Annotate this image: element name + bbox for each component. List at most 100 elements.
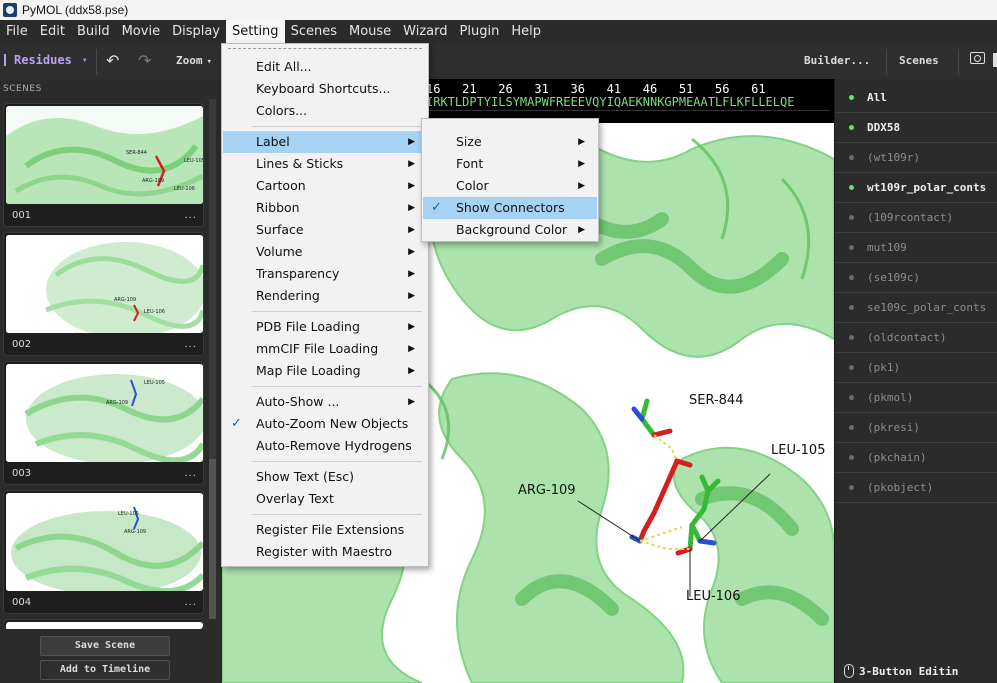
scene-label: 001 xyxy=(12,210,32,221)
menu-item-font[interactable]: Font ▶ xyxy=(423,153,597,175)
visibility-dot-icon[interactable] xyxy=(849,95,854,100)
scene-thumbnail[interactable]: ARG-109 LEU-106 002 ... xyxy=(3,232,204,356)
scene-more-button[interactable]: ... xyxy=(184,210,197,221)
menu-item-transparency[interactable]: Transparency ▶ xyxy=(223,263,427,285)
scene-thumbnail[interactable] xyxy=(3,619,204,629)
visibility-dot-icon[interactable] xyxy=(849,365,854,370)
menu-item-cartoon[interactable]: Cartoon ▶ xyxy=(223,175,427,197)
menu-item-label[interactable]: Label ▶ xyxy=(223,131,427,153)
menu-item-size[interactable]: Size ▶ xyxy=(423,131,597,153)
menu-help[interactable]: Help xyxy=(505,20,547,43)
object-row[interactable]: (se109c) xyxy=(835,263,997,293)
scene-more-button[interactable]: ... xyxy=(184,468,197,479)
menu-item-keyboard-shortcuts[interactable]: Keyboard Shortcuts... xyxy=(223,78,427,100)
scenes-scrollbar-thumb[interactable] xyxy=(209,459,216,619)
visibility-dot-icon[interactable] xyxy=(849,335,854,340)
object-row[interactable]: wt109r_polar_conts xyxy=(835,173,997,203)
scenes-button[interactable]: Scenes xyxy=(899,54,939,67)
visibility-dot-icon[interactable] xyxy=(849,185,854,190)
selection-mode-dropdown[interactable]: Residues ▾ xyxy=(4,53,88,67)
menu-build[interactable]: Build xyxy=(71,20,116,43)
zoom-label: Zoom xyxy=(176,54,203,67)
redo-icon[interactable]: ↷ xyxy=(138,51,151,70)
menu-item-auto-remove-hydrogens[interactable]: Auto-Remove Hydrogens xyxy=(223,435,427,457)
menu-item-show-connectors[interactable]: ✓ Show Connectors xyxy=(423,197,597,219)
menu-item-register-with-maestro[interactable]: Register with Maestro xyxy=(223,541,427,563)
visibility-dot-icon[interactable] xyxy=(849,245,854,250)
visibility-dot-icon[interactable] xyxy=(849,125,854,130)
menu-item-lines-sticks[interactable]: Lines & Sticks ▶ xyxy=(223,153,427,175)
visibility-dot-icon[interactable] xyxy=(849,275,854,280)
label-submenu: Size ▶ Font ▶ Color ▶ ✓ Show Connectors Backgrou… xyxy=(421,118,599,242)
submenu-arrow-icon: ▶ xyxy=(408,397,415,407)
object-row[interactable]: (pk1) xyxy=(835,353,997,383)
scene-thumbnail[interactable]: LEU-105 ARG-109 003 ... xyxy=(3,361,204,485)
save-scene-button[interactable]: Save Scene xyxy=(40,636,170,656)
menu-item-auto-show[interactable]: Auto-Show ... ▶ xyxy=(223,391,427,413)
menu-mouse[interactable]: Mouse xyxy=(343,20,397,43)
menu-movie[interactable]: Movie xyxy=(116,20,166,43)
visibility-dot-icon[interactable] xyxy=(849,455,854,460)
menu-item-edit-all[interactable]: Edit All... xyxy=(223,56,427,78)
menu-scenes[interactable]: Scenes xyxy=(285,20,343,43)
menu-item-volume[interactable]: Volume ▶ xyxy=(223,241,427,263)
object-row[interactable]: (pkresi) xyxy=(835,413,997,443)
scene-preview-image: ARG-109 LEU-106 xyxy=(6,235,203,333)
menu-file[interactable]: File xyxy=(0,20,34,43)
menu-item-surface[interactable]: Surface ▶ xyxy=(223,219,427,241)
menu-plugin[interactable]: Plugin xyxy=(454,20,506,43)
menu-item-color[interactable]: Color ▶ xyxy=(423,175,597,197)
zoom-dropdown[interactable]: Zoom ▾ xyxy=(176,54,212,67)
checkmark-icon: ✓ xyxy=(231,416,242,431)
mouse-mode-indicator[interactable]: 3-Button Editin xyxy=(844,664,958,678)
menu-edit[interactable]: Edit xyxy=(34,20,71,43)
visibility-dot-icon[interactable] xyxy=(849,215,854,220)
menu-tearoff[interactable] xyxy=(228,48,422,49)
menu-item-rendering[interactable]: Rendering ▶ xyxy=(223,285,427,307)
object-row[interactable]: (oldcontact) xyxy=(835,323,997,353)
object-row[interactable]: mut109 xyxy=(835,233,997,263)
visibility-dot-icon[interactable] xyxy=(849,155,854,160)
undo-icon[interactable]: ↶ xyxy=(106,51,119,70)
menu-item-label: Ribbon xyxy=(256,200,300,215)
object-row[interactable]: (pkobject) xyxy=(835,473,997,503)
visibility-dot-icon[interactable] xyxy=(849,395,854,400)
builder-button[interactable]: Builder... xyxy=(804,54,870,67)
menu-item-auto-zoom-new-objects[interactable]: ✓ Auto-Zoom New Objects xyxy=(223,413,427,435)
object-row[interactable]: All xyxy=(835,83,997,113)
menu-wizard[interactable]: Wizard xyxy=(397,20,453,43)
menu-item-mmcif-file-loading[interactable]: mmCIF File Loading ▶ xyxy=(223,338,427,360)
visibility-dot-icon[interactable] xyxy=(849,305,854,310)
scene-more-button[interactable]: ... xyxy=(184,597,197,608)
menu-display[interactable]: Display xyxy=(166,20,226,43)
menu-item-label: Size xyxy=(456,134,482,149)
menu-item-show-text-esc[interactable]: Show Text (Esc) xyxy=(223,466,427,488)
add-to-timeline-button[interactable]: Add to Timeline xyxy=(40,660,170,680)
menu-item-pdb-file-loading[interactable]: PDB File Loading ▶ xyxy=(223,316,427,338)
menu-item-map-file-loading[interactable]: Map File Loading ▶ xyxy=(223,360,427,382)
scene-more-button[interactable]: ... xyxy=(184,339,197,350)
object-row[interactable]: se109c_polar_conts xyxy=(835,293,997,323)
menu-item-overlay-text[interactable]: Overlay Text xyxy=(223,488,427,510)
submenu-arrow-icon: ▶ xyxy=(578,225,585,235)
object-row[interactable]: (wt109r) xyxy=(835,143,997,173)
menu-setting[interactable]: Setting xyxy=(226,20,285,43)
object-row[interactable]: (pkchain) xyxy=(835,443,997,473)
visibility-dot-icon[interactable] xyxy=(849,485,854,490)
menu-item-ribbon[interactable]: Ribbon ▶ xyxy=(223,197,427,219)
visibility-dot-icon[interactable] xyxy=(849,425,854,430)
toolbar-divider xyxy=(958,49,959,75)
panel-toggle-icon[interactable] xyxy=(993,53,997,67)
object-row[interactable]: (109rcontact) xyxy=(835,203,997,233)
submenu-arrow-icon: ▶ xyxy=(578,159,585,169)
menu-item-register-file-extensions[interactable]: Register File Extensions xyxy=(223,519,427,541)
camera-icon[interactable] xyxy=(970,52,985,64)
sequence-residues[interactable]: IRKTLDPTYILSYMAPWFREEEVQYIQAEKNNKGPMEAAT… xyxy=(426,95,794,109)
menu-item-colors[interactable]: Colors... xyxy=(223,100,427,122)
scene-thumbnail[interactable]: SER-844 ARG-109 LEU-106 LEU-105 001 ... xyxy=(3,103,204,227)
menu-bar: File Edit Build Movie Display Setting Sc… xyxy=(0,20,997,43)
scene-thumbnail[interactable]: LEU-105 ARG-109 004 ... xyxy=(3,490,204,614)
menu-item-background-color[interactable]: Background Color ▶ xyxy=(423,219,597,241)
object-row[interactable]: DDX58 xyxy=(835,113,997,143)
object-row[interactable]: (pkmol) xyxy=(835,383,997,413)
